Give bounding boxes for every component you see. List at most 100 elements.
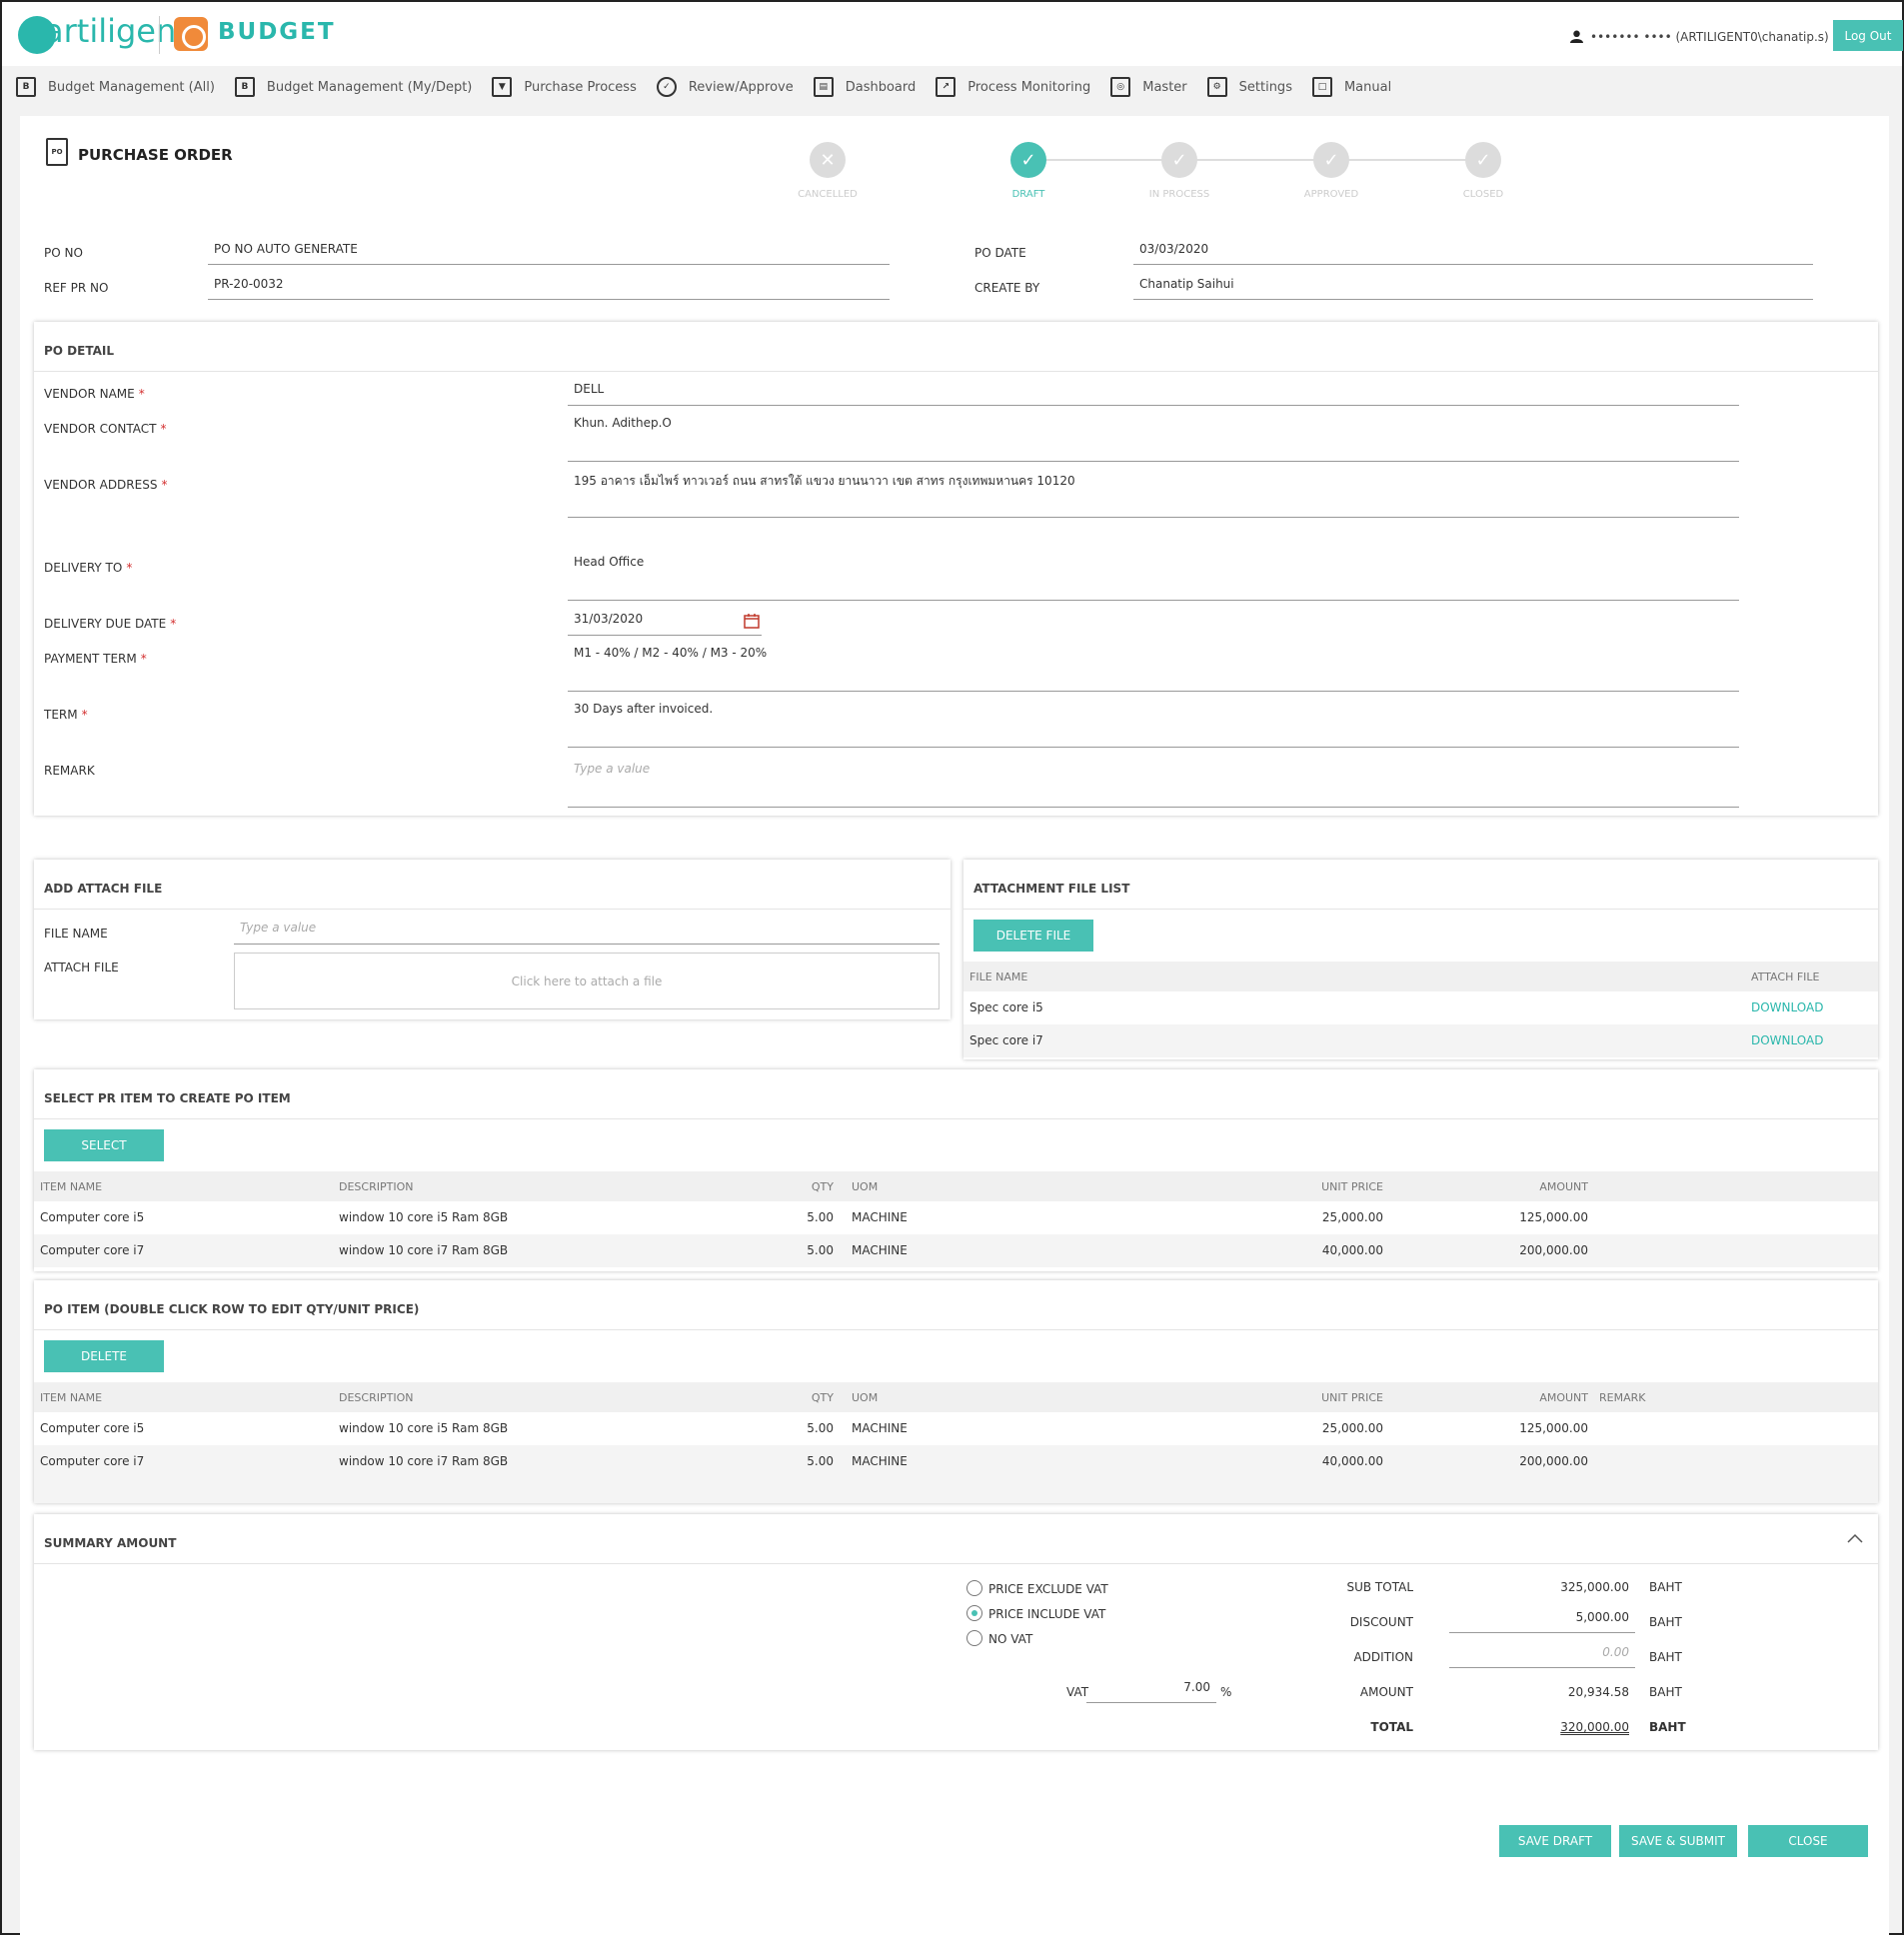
add-attach-file-card: ADD ATTACH FILE FILE NAME Type a value A… bbox=[34, 860, 951, 1019]
subtotal-label: SUB TOTAL bbox=[1346, 1580, 1413, 1594]
menu-budget-management-my-dept[interactable]: B Budget Management (My/Dept) bbox=[234, 77, 472, 97]
main-panel: PO PURCHASE ORDER ✕ CANCELLED ✓ DRAFT ✓ … bbox=[20, 116, 1889, 1935]
table-row[interactable]: Computer core i5 window 10 core i5 Ram 8… bbox=[34, 1412, 1878, 1445]
step-draft-circle: ✓ bbox=[1010, 142, 1046, 178]
qty-cell: 5.00 bbox=[807, 1243, 834, 1257]
unit-price-cell: 25,000.00 bbox=[1321, 1421, 1383, 1435]
addition-input[interactable]: 0.00 bbox=[1449, 1645, 1635, 1668]
step-in-process-circle: ✓ bbox=[1161, 142, 1197, 178]
menu-process-monitoring[interactable]: ↗ Process Monitoring bbox=[936, 77, 1090, 97]
save-submit-button[interactable]: SAVE & SUBMIT bbox=[1619, 1825, 1737, 1857]
vat-label: VAT bbox=[1066, 1685, 1089, 1699]
po-no-field[interactable]: PO NO AUTO GENERATE bbox=[208, 242, 890, 265]
select-button[interactable]: SELECT bbox=[44, 1129, 164, 1161]
table-row[interactable]: Computer core i7 window 10 core i7 Ram 8… bbox=[34, 1234, 1878, 1267]
payment-term-field[interactable]: M1 - 40% / M2 - 40% / M3 - 20% bbox=[568, 646, 1739, 692]
file-name-label: FILE NAME bbox=[44, 927, 108, 941]
step-approved-circle: ✓ bbox=[1313, 142, 1349, 178]
menu-label: Master bbox=[1142, 79, 1187, 95]
file-table-header: FILE NAME ATTACH FILE bbox=[963, 962, 1878, 991]
calendar-icon[interactable] bbox=[744, 613, 760, 629]
term-field[interactable]: 30 Days after invoiced. bbox=[568, 702, 1739, 748]
po-item-card: PO ITEM (DOUBLE CLICK ROW TO EDIT QTY/UN… bbox=[34, 1280, 1878, 1503]
col-file-name: FILE NAME bbox=[969, 970, 1028, 983]
page-title: PURCHASE ORDER bbox=[78, 146, 233, 164]
vat-option-include-label: PRICE INCLUDE VAT bbox=[988, 1607, 1106, 1621]
attach-file-dropzone[interactable]: Click here to attach a file bbox=[234, 953, 940, 1009]
label-text: PAYMENT TERM bbox=[44, 652, 137, 666]
close-button[interactable]: CLOSE bbox=[1748, 1825, 1868, 1857]
book-icon: □ bbox=[1311, 77, 1332, 97]
vendor-address-label: VENDOR ADDRESS * bbox=[44, 478, 167, 492]
description-cell: window 10 core i5 Ram 8GB bbox=[339, 1421, 509, 1435]
menu-label: Settings bbox=[1238, 79, 1292, 95]
menu-manual[interactable]: □ Manual bbox=[1311, 77, 1391, 97]
subtotal-currency: BAHT bbox=[1649, 1580, 1682, 1594]
menu-settings[interactable]: ⚙ Settings bbox=[1206, 77, 1292, 97]
col-qty: QTY bbox=[811, 1180, 834, 1193]
amount-currency: BAHT bbox=[1649, 1685, 1682, 1699]
vendor-name-field[interactable]: DELL bbox=[568, 382, 1739, 406]
addition-currency: BAHT bbox=[1649, 1650, 1682, 1664]
col-amount: AMOUNT bbox=[1539, 1180, 1588, 1193]
table-row[interactable]: Spec core i5 DOWNLOAD bbox=[963, 991, 1878, 1024]
chart-icon: ↗ bbox=[936, 77, 956, 97]
delivery-to-field[interactable]: Head Office bbox=[568, 555, 1739, 601]
close-icon: ✕ bbox=[820, 149, 836, 171]
download-link[interactable]: DOWNLOAD bbox=[1751, 1033, 1823, 1047]
select-pr-item-title: SELECT PR ITEM TO CREATE PO ITEM bbox=[34, 1069, 1878, 1119]
table-row[interactable]: Computer core i5 window 10 core i5 Ram 8… bbox=[34, 1201, 1878, 1234]
col-qty: QTY bbox=[811, 1391, 834, 1404]
description-cell: window 10 core i7 Ram 8GB bbox=[339, 1454, 509, 1468]
unit-price-cell: 40,000.00 bbox=[1321, 1243, 1383, 1257]
menu-review-approve[interactable]: ✓ Review/Approve bbox=[656, 77, 794, 97]
menu-purchase-process[interactable]: ▼ Purchase Process bbox=[492, 77, 637, 97]
amount-cell: 125,000.00 bbox=[1519, 1210, 1588, 1224]
discount-input[interactable]: 5,000.00 bbox=[1449, 1610, 1635, 1633]
add-attach-file-title: ADD ATTACH FILE bbox=[34, 860, 951, 910]
delete-file-button[interactable]: DELETE FILE bbox=[973, 920, 1093, 952]
po-date-field[interactable]: 03/03/2020 bbox=[1133, 242, 1813, 265]
table-row[interactable]: Spec core i7 DOWNLOAD bbox=[963, 1024, 1878, 1057]
vat-input[interactable]: 7.00 bbox=[1086, 1680, 1216, 1703]
chevron-up-icon[interactable] bbox=[1847, 1533, 1863, 1543]
po-detail-card: PO DETAIL VENDOR NAME * DELL VENDOR CONTA… bbox=[34, 322, 1878, 816]
step-closed-label: CLOSED bbox=[1462, 189, 1504, 200]
po-detail-title: PO DETAIL bbox=[34, 322, 1878, 372]
step-cancelled-circle: ✕ bbox=[810, 142, 846, 178]
logout-button[interactable]: Log Out bbox=[1833, 20, 1903, 51]
download-link[interactable]: DOWNLOAD bbox=[1751, 1000, 1823, 1014]
vendor-address-field[interactable]: 195 อาคาร เอ็มไพร์ ทาวเวอร์ ถนน สาทรใต้ … bbox=[568, 472, 1739, 518]
table-row[interactable]: Computer core i7 window 10 core i7 Ram 8… bbox=[34, 1445, 1878, 1478]
vat-radio-include[interactable] bbox=[966, 1605, 982, 1621]
menu-dashboard[interactable]: ▤ Dashboard bbox=[813, 77, 916, 97]
menu-master[interactable]: ◎ Master bbox=[1110, 77, 1187, 97]
uom-cell: MACHINE bbox=[852, 1421, 908, 1435]
save-draft-button[interactable]: SAVE DRAFT bbox=[1499, 1825, 1611, 1857]
amount-cell: 200,000.00 bbox=[1519, 1454, 1588, 1468]
vat-radio-exclude[interactable] bbox=[966, 1580, 982, 1596]
item-name-cell: Computer core i5 bbox=[40, 1210, 145, 1224]
required-marker: * bbox=[160, 422, 167, 436]
ref-pr-no-field[interactable]: PR-20-0032 bbox=[208, 277, 890, 300]
file-name-input[interactable]: Type a value bbox=[234, 921, 940, 945]
budget-icon: B bbox=[234, 77, 255, 97]
delivery-due-date-field[interactable]: 31/03/2020 bbox=[568, 612, 762, 636]
uom-cell: MACHINE bbox=[852, 1210, 908, 1224]
user-icon bbox=[1570, 30, 1583, 43]
check-icon: ✓ bbox=[1020, 149, 1036, 171]
menu-budget-management-all[interactable]: B Budget Management (All) bbox=[16, 77, 215, 97]
item-name-cell: Computer core i5 bbox=[40, 1421, 145, 1435]
safe-icon: ◎ bbox=[1110, 77, 1131, 97]
vendor-name-label: VENDOR NAME * bbox=[44, 387, 145, 401]
budget-icon: B bbox=[16, 77, 36, 97]
create-by-field[interactable]: Chanatip Saihui bbox=[1133, 277, 1813, 300]
remark-field[interactable]: Type a value bbox=[568, 762, 1739, 808]
delete-button[interactable]: DELETE bbox=[44, 1340, 164, 1372]
vat-radio-none[interactable] bbox=[966, 1630, 982, 1646]
required-marker: * bbox=[140, 652, 147, 666]
payment-term-label: PAYMENT TERM * bbox=[44, 652, 147, 666]
discount-label: DISCOUNT bbox=[1349, 1615, 1413, 1629]
vendor-contact-field[interactable]: Khun. Adithep.O bbox=[568, 416, 1739, 462]
app-title: BUDGET bbox=[218, 19, 336, 45]
